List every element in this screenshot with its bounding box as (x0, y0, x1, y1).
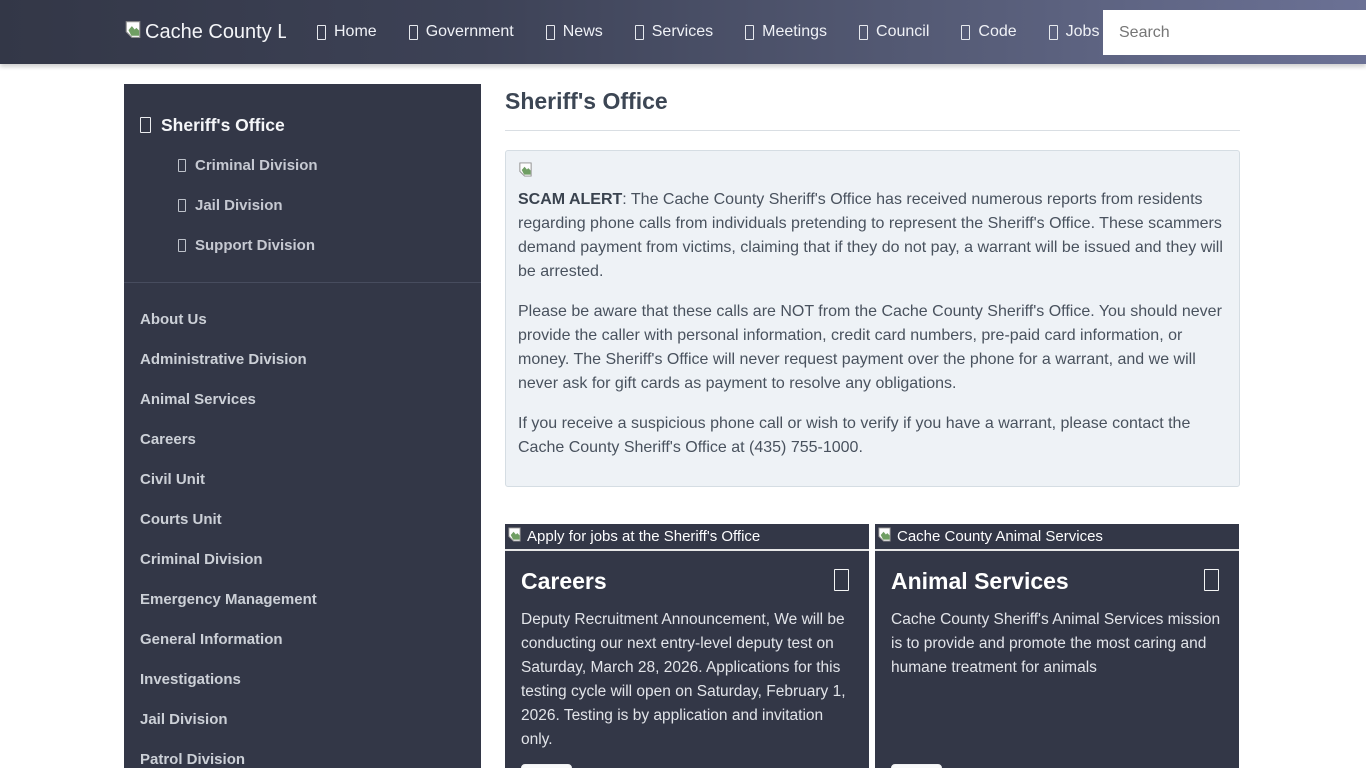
sidebar-subitem-label: Criminal Division (195, 157, 318, 174)
sidebar-subitem-support-division[interactable]: Support Division (124, 225, 481, 265)
feature-cards-row: Apply for jobs at the Sheriff's Office C… (505, 524, 1240, 768)
support-division-icon (178, 239, 186, 252)
nav-label: Council (876, 23, 929, 41)
nav-item-code[interactable]: Code (945, 0, 1032, 64)
animal-services-card-image-alt-text: Cache County Animal Services (897, 528, 1103, 545)
animal-services-card-title-link[interactable]: Animal Services (891, 567, 1223, 595)
nav-label: News (563, 23, 603, 41)
sidebar-subitem-criminal-division[interactable]: Criminal Division (124, 145, 481, 185)
alert-paragraph-2: Please be aware that these calls are NOT… (518, 300, 1226, 396)
broken-image-icon (507, 526, 522, 547)
sidebar-item-investigations[interactable]: Investigations (124, 659, 481, 699)
nav-label: Services (652, 23, 713, 41)
careers-card-image: Apply for jobs at the Sheriff's Office (505, 524, 869, 551)
sidebar-item-administrative-division[interactable]: Administrative Division (124, 339, 481, 379)
careers-card-title-link[interactable]: Careers (521, 567, 853, 595)
nav-label: Jobs (1066, 23, 1100, 41)
careers-card-text: Deputy Recruitment Announcement, We will… (521, 608, 853, 752)
nav-item-government[interactable]: Government (393, 0, 530, 64)
scam-alert-box: SCAM ALERT: The Cache County Sheriff's O… (505, 150, 1240, 487)
careers-card-image-alt-text: Apply for jobs at the Sheriff's Office (527, 528, 760, 545)
external-link-icon (1204, 569, 1219, 591)
broken-image-icon (518, 161, 533, 186)
sidebar-item-animal-services[interactable]: Animal Services (124, 379, 481, 419)
council-icon (859, 25, 868, 40)
nav-item-services[interactable]: Services (619, 0, 729, 64)
nav-item-home[interactable]: Home (301, 0, 393, 64)
nav-item-council[interactable]: Council (843, 0, 945, 64)
site-logo[interactable]: Cache County Logo (124, 20, 286, 45)
jail-division-icon (178, 199, 186, 212)
top-navigation-bar: Cache County Logo Home Government News S… (0, 0, 1366, 64)
title-divider (505, 130, 1240, 131)
nav-label: Code (978, 23, 1016, 41)
sidebar-section-title: Sheriff's Office (161, 115, 285, 136)
animal-services-card-body: Animal Services Cache County Sheriff's A… (875, 551, 1239, 768)
sidebar-subitem-label: Jail Division (195, 197, 283, 214)
alert-paragraph-1-text: : The Cache County Sheriff's Office has … (518, 191, 1223, 280)
animal-services-card-title: Animal Services (891, 567, 1069, 595)
careers-card-title: Careers (521, 567, 607, 595)
sidebar-item-general-information[interactable]: General Information (124, 619, 481, 659)
animal-services-card-text: Cache County Sheriff's Animal Services m… (891, 608, 1223, 680)
broken-image-icon (877, 526, 892, 547)
external-link-icon (834, 569, 849, 591)
code-icon (961, 25, 970, 40)
animal-services-card-image: Cache County Animal Services (875, 524, 1239, 551)
sidebar-item-civil-unit[interactable]: Civil Unit (124, 459, 481, 499)
page-title: Sheriff's Office (505, 86, 1240, 116)
sidebar: Sheriff's Office Criminal Division Jail … (124, 84, 481, 768)
sidebar-current-section: Sheriff's Office Criminal Division Jail … (124, 84, 481, 283)
sidebar-item-patrol-division[interactable]: Patrol Division (124, 739, 481, 768)
sidebar-item-jail-division[interactable]: Jail Division (124, 699, 481, 739)
services-icon (635, 25, 644, 40)
sidebar-link-list: About Us Administrative Division Animal … (124, 283, 481, 768)
news-icon (546, 25, 555, 40)
animal-services-go-button[interactable]: Go (891, 764, 942, 768)
meetings-icon (745, 25, 754, 40)
careers-card-body: Careers Deputy Recruitment Announcement,… (505, 551, 869, 768)
nav-label: Government (426, 23, 514, 41)
sidebar-subitem-jail-division[interactable]: Jail Division (124, 185, 481, 225)
nav-item-news[interactable]: News (530, 0, 619, 64)
criminal-division-icon (178, 159, 186, 172)
nav-item-meetings[interactable]: Meetings (729, 0, 843, 64)
sidebar-item-about-us[interactable]: About Us (124, 299, 481, 339)
sidebar-item-courts-unit[interactable]: Courts Unit (124, 499, 481, 539)
nav-label: Meetings (762, 23, 827, 41)
main-content: Sheriff's Office SCAM ALERT: The Cache C… (505, 84, 1240, 768)
sheriffs-office-icon (140, 117, 151, 133)
animal-services-card: Cache County Animal Services Animal Serv… (875, 524, 1239, 768)
sidebar-item-emergency-management[interactable]: Emergency Management (124, 579, 481, 619)
careers-card: Apply for jobs at the Sheriff's Office C… (505, 524, 869, 768)
sidebar-item-careers[interactable]: Careers (124, 419, 481, 459)
site-logo-alt-text: Cache County Logo (145, 21, 286, 44)
sidebar-item-criminal-division[interactable]: Criminal Division (124, 539, 481, 579)
nav-label: Home (334, 23, 377, 41)
alert-paragraph-1: SCAM ALERT: The Cache County Sheriff's O… (518, 188, 1226, 284)
alert-paragraph-3: If you receive a suspicious phone call o… (518, 412, 1226, 460)
sidebar-subitem-label: Support Division (195, 237, 315, 254)
home-icon (317, 25, 326, 40)
alert-label: SCAM ALERT (518, 191, 622, 208)
careers-go-button[interactable]: Go (521, 764, 572, 768)
government-icon (409, 25, 418, 40)
jobs-icon (1049, 25, 1058, 40)
broken-image-icon (124, 20, 142, 45)
main-nav: Home Government News Services Meetings C… (301, 0, 1115, 64)
search-input[interactable] (1103, 10, 1366, 55)
sidebar-item-sheriffs-office[interactable]: Sheriff's Office (124, 105, 481, 145)
